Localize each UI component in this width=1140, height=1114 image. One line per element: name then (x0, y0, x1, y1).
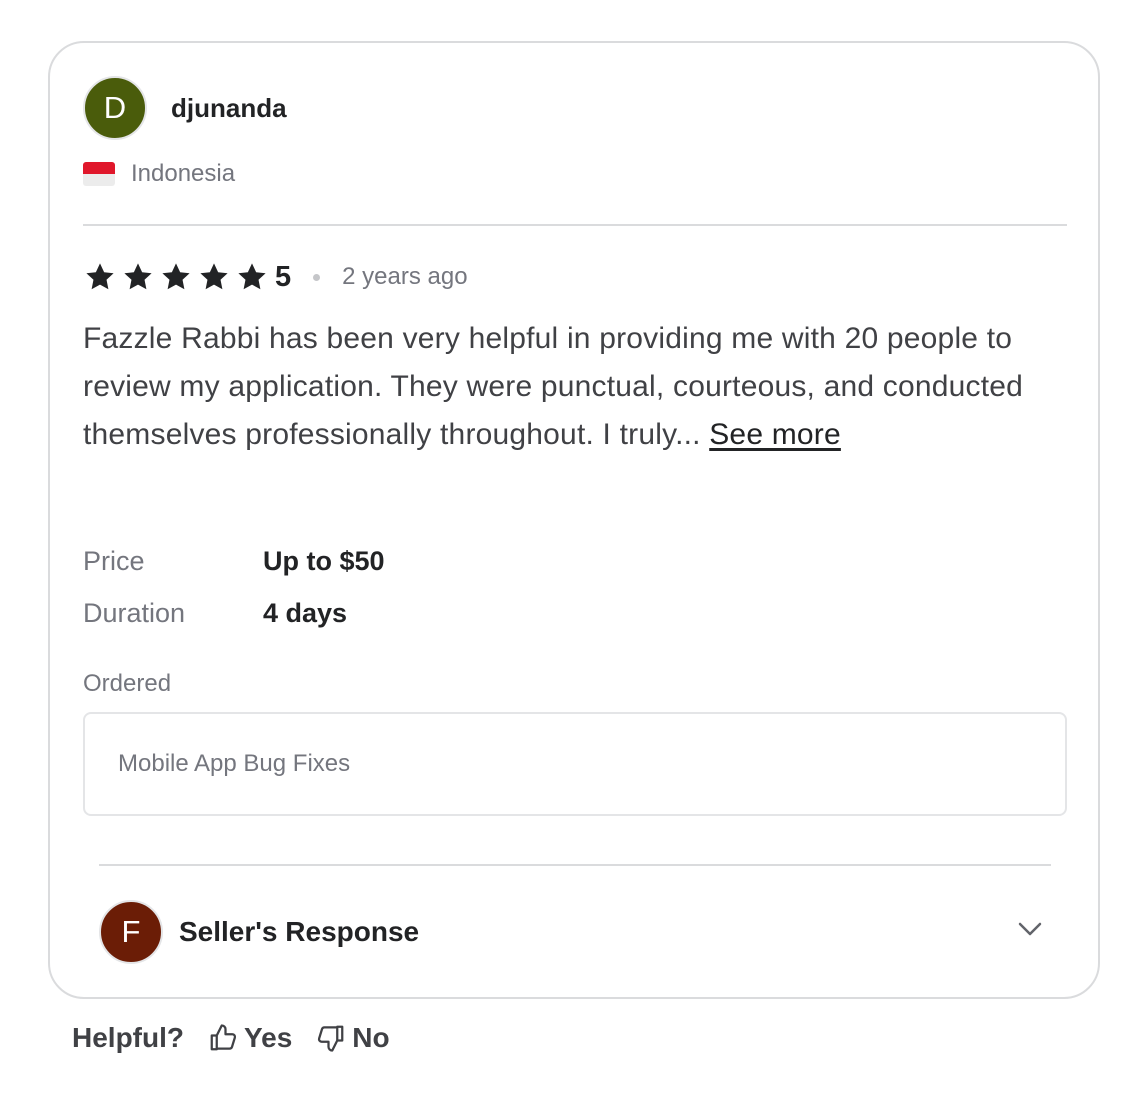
thumbs-down-icon (318, 1025, 344, 1052)
price-row: Price Up to $50 (83, 541, 385, 581)
response-divider (99, 864, 1051, 866)
rating-value: 5 (275, 260, 292, 293)
see-more-link[interactable]: See more (709, 418, 841, 451)
reviewer-avatar[interactable]: D (83, 76, 147, 140)
thumbs-up-icon (210, 1024, 237, 1051)
ordered-label: Ordered (83, 670, 172, 697)
duration-value: 4 days (263, 597, 348, 628)
duration-label: Duration (83, 597, 186, 628)
helpful-label: Helpful? (72, 1022, 184, 1053)
helpful-no-button[interactable]: No (316, 1022, 390, 1054)
country-name: Indonesia (131, 160, 236, 187)
review-text: Fazzle Rabbi has been very helpful in pr… (83, 315, 1043, 459)
ordered-gig-title: Mobile App Bug Fixes (118, 750, 351, 777)
header-divider (83, 224, 1067, 226)
seller-avatar: F (99, 900, 163, 964)
star-icon (121, 261, 155, 293)
price-value: Up to $50 (263, 545, 385, 576)
helpful-no-label: No (352, 1022, 390, 1053)
review-card: D djunanda Indonesia 5 2 years ago Fazzl… (48, 41, 1100, 999)
helpful-yes-button[interactable]: Yes (208, 1022, 292, 1054)
helpful-row: Helpful? Yes No (72, 1016, 390, 1060)
star-icon (197, 261, 231, 293)
star-icon (235, 261, 269, 293)
review-body: Fazzle Rabbi has been very helpful in pr… (83, 322, 1024, 451)
reviewer-country: Indonesia (83, 160, 235, 188)
star-rating (83, 261, 269, 293)
flag-indonesia-icon (83, 162, 115, 186)
separator-dot (313, 273, 321, 281)
star-icon (159, 261, 193, 293)
seller-response-title: Seller's Response (179, 916, 420, 947)
review-time: 2 years ago (342, 263, 468, 290)
star-icon (83, 261, 117, 293)
helpful-yes-label: Yes (244, 1022, 293, 1053)
rating-row: 5 2 years ago (83, 256, 468, 298)
chevron-down-icon[interactable] (1015, 914, 1045, 944)
reviewer-username[interactable]: djunanda (171, 93, 287, 124)
seller-response-toggle[interactable]: F Seller's Response (99, 900, 1051, 964)
duration-row: Duration 4 days (83, 593, 347, 633)
price-label: Price (83, 545, 145, 576)
ordered-box[interactable]: Mobile App Bug Fixes (83, 712, 1067, 816)
reviewer-header: D djunanda (83, 76, 287, 140)
